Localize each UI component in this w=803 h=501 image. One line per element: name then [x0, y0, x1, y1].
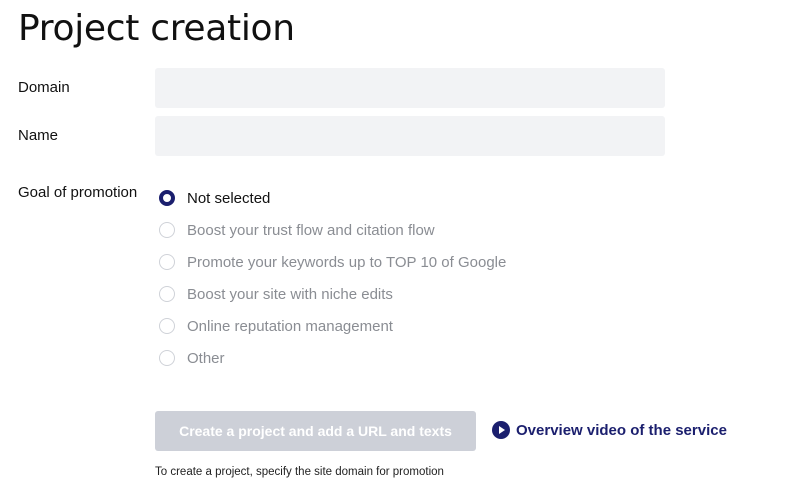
radio-icon[interactable] [159, 254, 175, 270]
goal-radio-group: Not selected Boost your trust flow and c… [159, 182, 506, 374]
page-title: Project creation [18, 8, 295, 49]
goal-option-reputation[interactable]: Online reputation management [159, 310, 506, 342]
play-circle-icon [492, 421, 510, 439]
radio-icon[interactable] [159, 190, 175, 206]
radio-icon[interactable] [159, 222, 175, 238]
name-input[interactable] [155, 116, 665, 156]
overview-video-label: Overview video of the service [516, 421, 727, 439]
radio-label: Other [187, 349, 225, 367]
overview-video-link[interactable]: Overview video of the service [492, 421, 727, 439]
radio-label: Boost your trust flow and citation flow [187, 221, 435, 239]
radio-label: Promote your keywords up to TOP 10 of Go… [187, 253, 507, 271]
radio-label: Boost your site with niche edits [187, 285, 393, 303]
hint-text: To create a project, specify the site do… [155, 466, 444, 478]
radio-icon[interactable] [159, 286, 175, 302]
domain-label: Domain [18, 79, 70, 96]
radio-label: Online reputation management [187, 317, 393, 335]
goal-option-keywords-top10[interactable]: Promote your keywords up to TOP 10 of Go… [159, 246, 506, 278]
radio-label: Not selected [187, 189, 271, 207]
radio-icon[interactable] [159, 318, 175, 334]
create-project-button[interactable]: Create a project and add a URL and texts [155, 411, 476, 451]
goal-option-niche-edits[interactable]: Boost your site with niche edits [159, 278, 506, 310]
name-label: Name [18, 127, 59, 144]
goal-option-other[interactable]: Other [159, 342, 506, 374]
goal-label: Goal of promotion [18, 184, 138, 201]
domain-input[interactable] [155, 68, 665, 108]
goal-option-not-selected[interactable]: Not selected [159, 182, 506, 214]
radio-icon[interactable] [159, 350, 175, 366]
goal-option-trust-flow[interactable]: Boost your trust flow and citation flow [159, 214, 506, 246]
